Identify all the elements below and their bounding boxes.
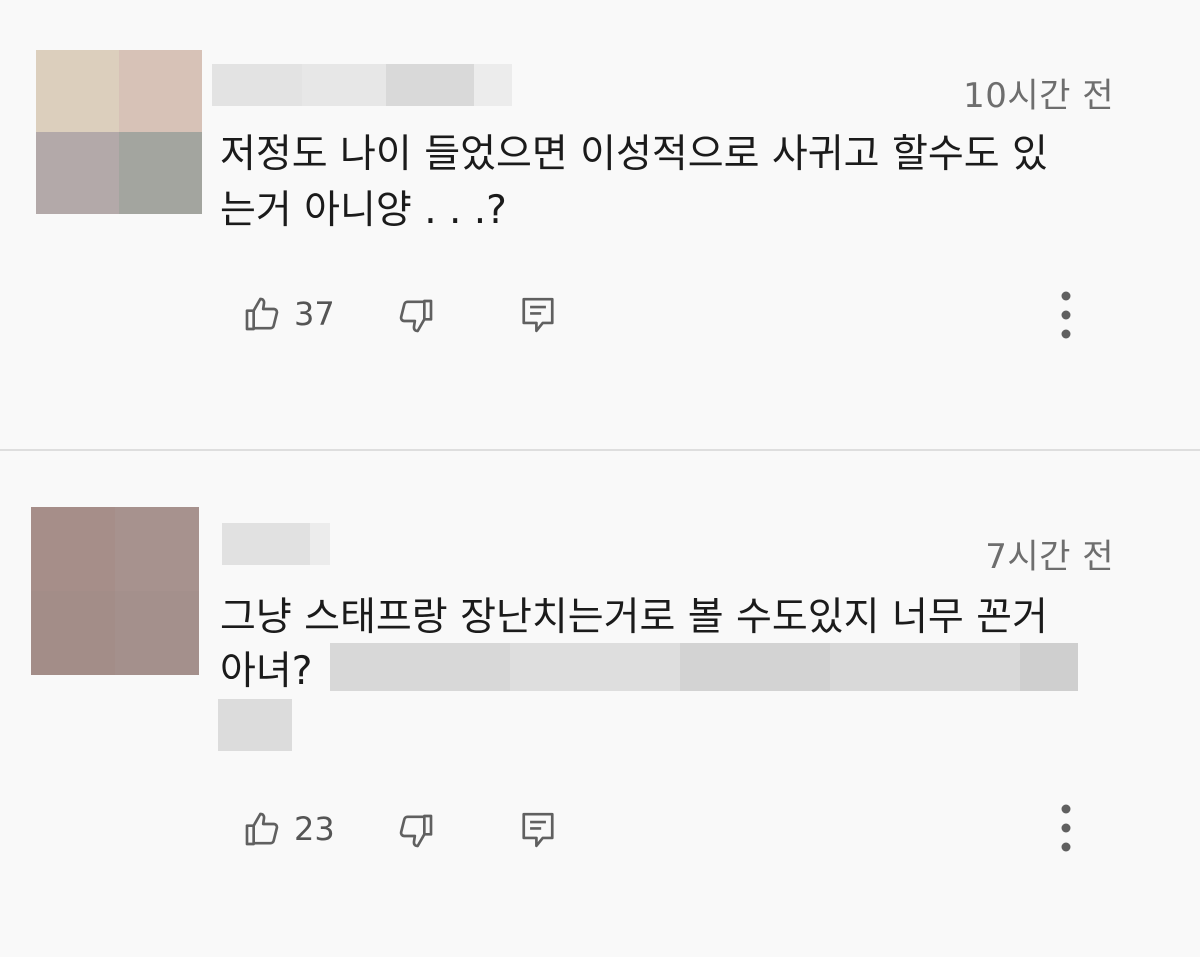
thumb-down-icon [399, 299, 433, 333]
comment-text-line: 저정도 나이 들었으면 이성적으로 사귀고 할수도 있 [220, 132, 1048, 177]
comment-text-line: 그냥 스태프랑 장난치는거로 볼 수도있지 너무 꼰거 [220, 595, 1048, 640]
comment-text-line: 아녀? [220, 649, 313, 694]
comment-timestamp: 7시간 전 [985, 537, 1114, 577]
avatar[interactable] [31, 507, 199, 675]
like-button[interactable]: 23 [242, 809, 335, 849]
like-count: 37 [294, 295, 335, 333]
comment-item: 7시간 전 그냥 스태프랑 장난치는거로 볼 수도있지 너무 꼰거 아녀? 23 [0, 451, 1200, 957]
more-vert-icon [1061, 291, 1071, 339]
comment-timestamp: 10시간 전 [963, 76, 1114, 116]
thumb-up-icon [245, 297, 279, 331]
avatar[interactable] [36, 50, 202, 214]
like-count: 23 [294, 810, 335, 848]
comment-item: 10시간 전 저정도 나이 들었으면 이성적으로 사귀고 할수도 있 는거 아니… [0, 0, 1200, 449]
author-name-redacted[interactable] [222, 523, 330, 565]
reply-icon [522, 812, 554, 848]
redacted-text [330, 643, 1078, 691]
dislike-button[interactable] [396, 811, 436, 851]
more-vert-icon [1061, 804, 1071, 852]
like-button[interactable]: 37 [242, 294, 335, 334]
thumb-up-icon [245, 812, 279, 846]
more-options-button[interactable] [1056, 803, 1076, 855]
reply-button[interactable] [519, 809, 557, 851]
dislike-button[interactable] [396, 296, 436, 336]
reply-icon [522, 297, 554, 333]
more-options-button[interactable] [1056, 290, 1076, 342]
comment-text-line: 는거 아니양 . . .? [220, 188, 507, 233]
comment-list: 10시간 전 저정도 나이 들었으면 이성적으로 사귀고 할수도 있 는거 아니… [0, 0, 1200, 957]
reply-button[interactable] [519, 294, 557, 336]
author-name-redacted[interactable] [212, 64, 512, 106]
thumb-down-icon [399, 814, 433, 848]
redacted-text [218, 699, 292, 751]
